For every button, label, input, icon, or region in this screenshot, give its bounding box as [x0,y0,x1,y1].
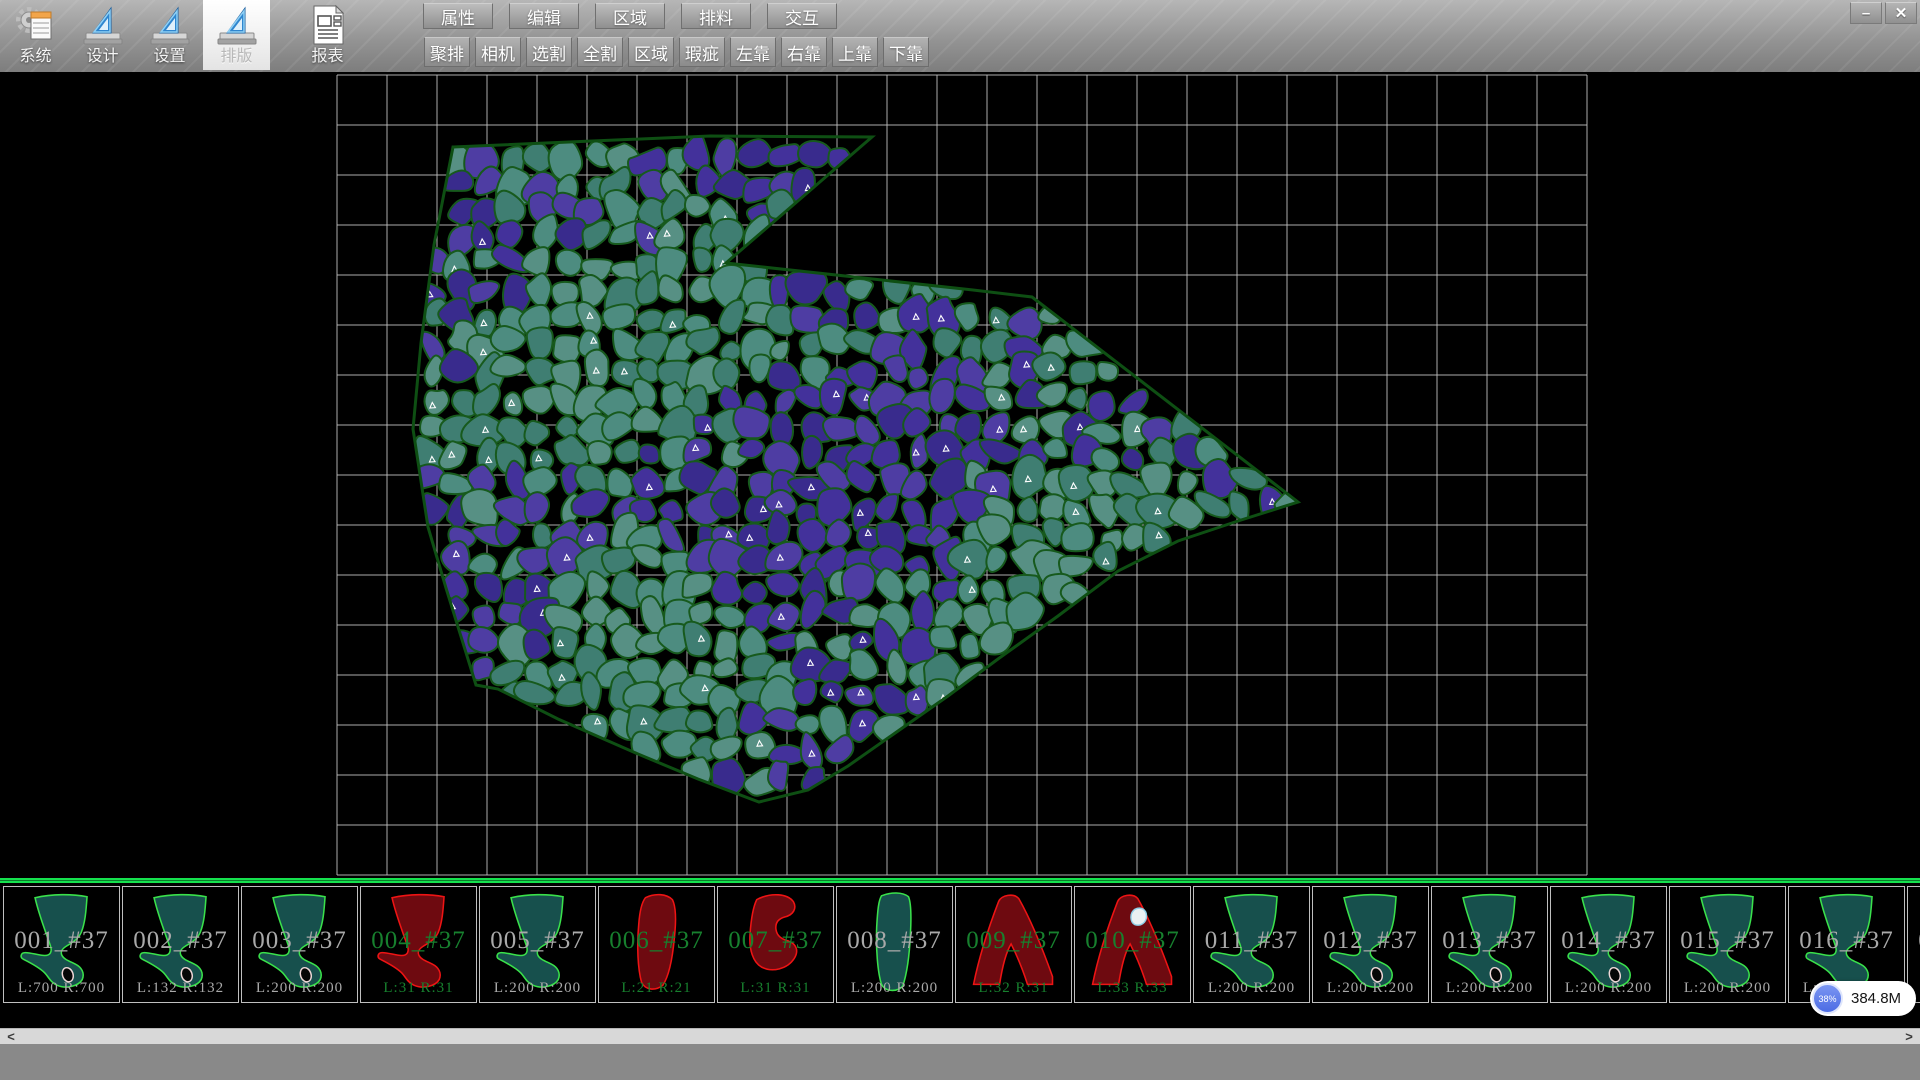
tool-button-7[interactable]: 左靠 [730,37,776,67]
app-button-2[interactable]: 设计 [69,0,136,70]
app-button-5[interactable]: 报表 [294,0,361,70]
part-name: 002_#37 [123,927,238,955]
report-document-icon [306,3,350,47]
part-name: 010_#37 [1075,927,1190,955]
part-counts: L:31 R:31 [361,980,476,997]
app-button-3[interactable]: 设置 [136,0,203,70]
memory-percent-badge: 38% [1812,983,1843,1014]
tool-button-10[interactable]: 下靠 [883,37,929,67]
part-thumbnail-6[interactable]: 006_#37 L:21 R:21 [598,886,715,1003]
part-name: 013_#37 [1432,927,1547,955]
part-name: 007_#37 [718,927,833,955]
set-square-icon [215,3,259,47]
close-button[interactable]: ✕ [1885,2,1917,24]
part-thumbnail-8[interactable]: 008_#37 L:200 R:200 [836,886,953,1003]
part-counts: L:31 R:31 [718,980,833,997]
app-label: 系统 [19,47,51,67]
menu-tab-1[interactable]: 属性 [423,3,493,29]
part-name: 001_#37 [4,927,119,955]
tool-button-3[interactable]: 选割 [526,37,572,67]
part-counts: L:21 R:21 [599,980,714,997]
part-thumbnail-14[interactable]: 014_#37 L:200 R:200 [1550,886,1667,1003]
part-name: 003_#37 [242,927,357,955]
part-thumbnail-5[interactable]: 005_#37 L:200 R:200 [479,886,596,1003]
strip-separator [0,878,1920,883]
part-thumbnail-15[interactable]: 015_#37 L:200 R:200 [1669,886,1786,1003]
app-label: 设置 [153,47,185,67]
window-controls: – ✕ [1850,2,1917,24]
parts-strip: 001_#37 L:700 R:700 002_#37 L:132 R:132 … [0,878,1920,1028]
app-label: 报表 [311,47,343,67]
part-thumbnail-9[interactable]: 009_#37 L:32 R:31 [955,886,1072,1003]
horizontal-scrollbar[interactable]: < > [0,1028,1920,1044]
menu-tab-5[interactable]: 交互 [767,3,837,29]
part-counts: L:200 R:200 [480,980,595,997]
part-counts: L:200 R:200 [1194,980,1309,997]
tool-button-2[interactable]: 相机 [475,37,521,67]
app-label: 设计 [86,47,118,67]
tool-button-8[interactable]: 右靠 [781,37,827,67]
tool-button-1[interactable]: 聚排 [424,37,470,67]
app-button-4[interactable]: 排版 [203,0,270,70]
tool-button-5[interactable]: 区域 [628,37,674,67]
part-name: 008_#37 [837,927,952,955]
minimize-button[interactable]: – [1850,2,1882,24]
part-counts: L:700 R:700 [4,980,119,997]
tool-button-9[interactable]: 上靠 [832,37,878,67]
toolbar: 系统 设计 设置 排版 报表 属性编辑区域排料交互 聚排相机选割全 [0,0,1920,74]
part-name: 012_#37 [1313,927,1428,955]
part-counts: L:200 R:200 [242,980,357,997]
system-gear-icon [14,3,58,47]
tool-button-6[interactable]: 瑕疵 [679,37,725,67]
scroll-left-arrow[interactable]: < [2,1029,20,1045]
nesting-app-window: 系统 设计 设置 排版 报表 属性编辑区域排料交互 聚排相机选割全 [0,0,1920,1080]
menu-tabs: 属性编辑区域排料交互 [423,3,837,29]
part-name: 006_#37 [599,927,714,955]
part-thumbnail-11[interactable]: 011_#37 L:200 R:200 [1193,886,1310,1003]
scroll-right-arrow[interactable]: > [1900,1029,1918,1045]
part-thumbnail-2[interactable]: 002_#37 L:132 R:132 [122,886,239,1003]
part-counts: L:32 R:31 [956,980,1071,997]
set-square-icon [81,3,125,47]
memory-badge[interactable]: 38% 384.8M [1810,981,1916,1016]
app-button-1[interactable]: 系统 [2,0,69,70]
nesting-canvas[interactable] [0,72,1920,878]
set-square-icon [148,3,192,47]
part-thumbnail-12[interactable]: 012_#37 L:200 R:200 [1312,886,1429,1003]
part-counts: L:200 R:200 [1551,980,1666,997]
menu-tab-3[interactable]: 区域 [595,3,665,29]
part-name: 005_#37 [480,927,595,955]
part-thumbnail-13[interactable]: 013_#37 L:200 R:200 [1431,886,1548,1003]
part-name: 014_#37 [1551,927,1666,955]
app-label: 排版 [220,47,252,67]
part-name: 016_#37 [1789,927,1904,955]
memory-value: 384.8M [1851,981,1901,1016]
part-counts: L:200 R:200 [837,980,952,997]
part-thumbnail-10[interactable]: 010_#37 L:33 R:33 [1074,886,1191,1003]
nested-pieces [410,133,1309,798]
tool-button-4[interactable]: 全割 [577,37,623,67]
part-counts: L:200 R:200 [1670,980,1785,997]
part-name: 004_#37 [361,927,476,955]
status-bar [0,1044,1920,1080]
menu-tab-4[interactable]: 排料 [681,3,751,29]
part-thumbnail-7[interactable]: 007_#37 L:31 R:31 [717,886,834,1003]
part-thumbnail-3[interactable]: 003_#37 L:200 R:200 [241,886,358,1003]
part-thumbnail-1[interactable]: 001_#37 L:700 R:700 [3,886,120,1003]
part-counts: L:33 R:33 [1075,980,1190,997]
part-counts: L:132 R:132 [123,980,238,997]
part-name: 009_#37 [956,927,1071,955]
app-switcher: 系统 设计 设置 排版 报表 [2,0,361,72]
menu-tab-2[interactable]: 编辑 [509,3,579,29]
part-thumbnail-4[interactable]: 004_#37 L:31 R:31 [360,886,477,1003]
part-counts: L:200 R:200 [1313,980,1428,997]
part-counts: L:200 R:200 [1432,980,1547,997]
part-name: 011_#37 [1194,927,1309,955]
tool-buttons: 聚排相机选割全割区域瑕疵左靠右靠上靠下靠 [424,37,929,67]
part-name: 017_#37 [1908,927,1920,955]
part-name: 015_#37 [1670,927,1785,955]
